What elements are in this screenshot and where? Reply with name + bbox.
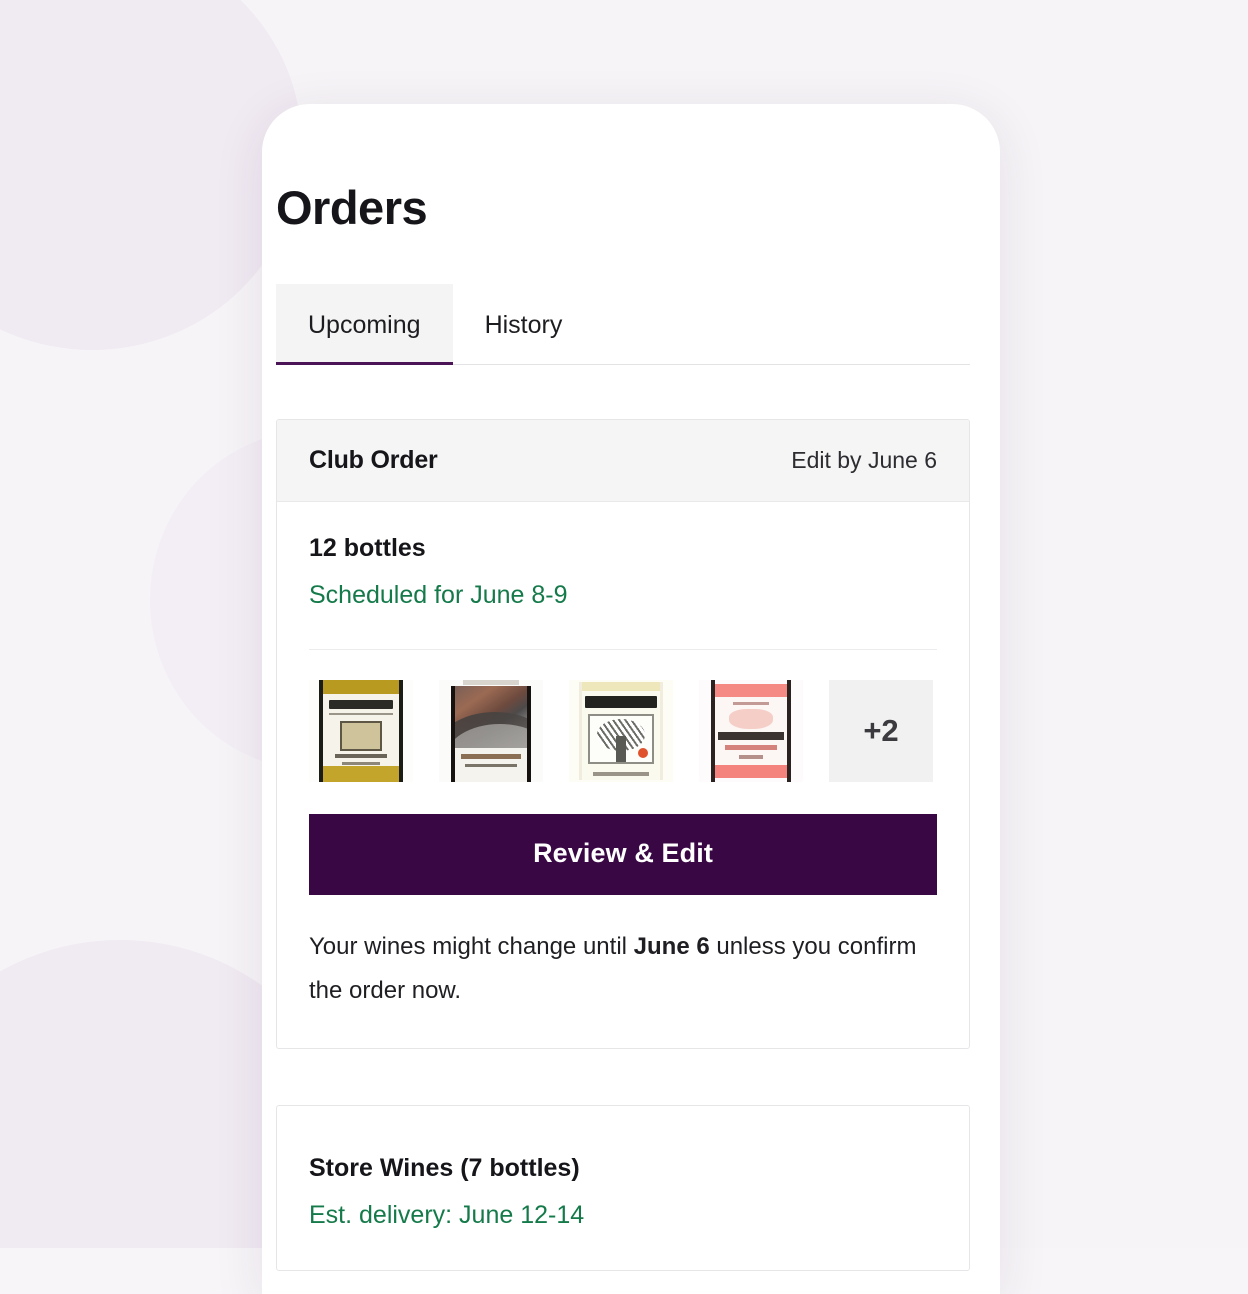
tab-history[interactable]: History [452,284,595,365]
wine-thumbnail-abstract-art[interactable] [439,680,543,782]
tab-bar: Upcoming History [262,284,1000,365]
note-prefix: Your wines might change until [309,933,634,960]
tab-upcoming[interactable]: Upcoming [276,284,453,365]
wine-thumbnail-ungrist-estate[interactable] [699,680,803,782]
club-order-thumbnail-strip: +2 [309,680,937,782]
club-order-schedule: Scheduled for June 8-9 [309,581,568,609]
wine-label-art-4 [699,680,803,782]
review-and-edit-button[interactable]: Review & Edit [309,814,937,895]
note-deadline-date: June 6 [633,933,710,960]
tab-bar-filler [594,284,970,365]
more-count-label: +2 [863,713,899,748]
club-order-divider [309,649,937,650]
wine-thumbnail-curiobure[interactable] [309,680,413,782]
wine-label-art-2 [439,680,543,782]
phone-frame: Orders Upcoming History Club Order Edit … [262,104,1000,1294]
order-card-store-wines: Store Wines (7 bottles) Est. delivery: J… [276,1104,970,1271]
store-order-delivery: Est. delivery: June 12-14 [309,1200,585,1229]
wine-label-art-1 [309,680,413,782]
club-order-body: 12 bottles Scheduled for June 8-9 +2 Rev… [277,502,969,1048]
app-screen: Orders Upcoming History Club Order Edit … [262,104,1000,1294]
club-order-title: Club Order [309,446,438,474]
tab-history-label: History [484,311,563,339]
club-order-bottle-count: 12 bottles [309,534,426,562]
club-order-edit-deadline: Edit by June 6 [791,447,937,473]
order-card-club: Club Order Edit by June 6 12 bottles Sch… [276,419,970,1049]
club-order-header: Club Order Edit by June 6 [277,420,969,502]
club-order-change-note: Your wines might change until June 6 unl… [309,925,937,1014]
store-order-title: Store Wines (7 bottles) [309,1153,580,1182]
wine-label-art-3 [569,680,673,782]
decorative-circle-top-left [0,0,302,350]
wine-thumbnail-dita-akello[interactable] [569,680,673,782]
wine-thumbnail-more-badge[interactable]: +2 [829,680,933,782]
page-title: Orders [276,181,428,234]
tab-upcoming-label: Upcoming [308,311,421,339]
orders-list: Club Order Edit by June 6 12 bottles Sch… [262,419,1000,1271]
